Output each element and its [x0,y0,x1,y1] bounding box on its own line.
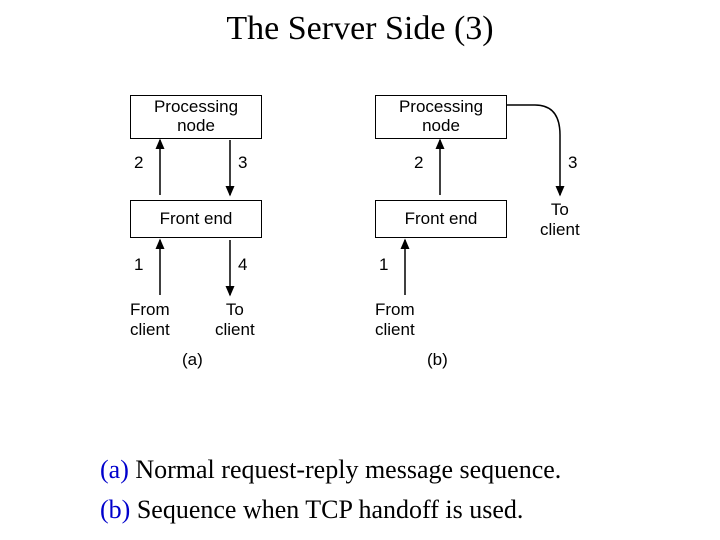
b-front-end-label: Front end [376,210,506,229]
a-arrow-3-label: 3 [238,153,247,173]
a-tag: (a) [182,350,203,370]
a-front-end-label: Front end [131,210,261,229]
a-front-end-box: Front end [130,200,262,238]
b-processing-node-box: Processing node [375,95,507,139]
a-processing-node-label: Processing node [131,98,261,135]
caption-a: (a) Normal request-reply message sequenc… [100,455,561,485]
slide: The Server Side (3) Processing node Fro [0,0,720,540]
caption-b: (b) Sequence when TCP handoff is used. [100,495,523,525]
figure: Processing node Front end 2 3 1 4 From c… [120,95,600,385]
a-from-client-label: From client [130,300,170,340]
b-arrow-3-label: 3 [568,153,577,173]
a-arrow-2-label: 2 [134,153,143,173]
caption-a-text: Normal request-reply message sequence. [129,455,561,484]
b-to-client-label: To client [540,200,580,240]
caption-b-prefix: (b) [100,495,130,524]
a-processing-node-box: Processing node [130,95,262,139]
caption-a-prefix: (a) [100,455,129,484]
a-arrow-1-label: 1 [134,255,143,275]
a-arrow-4-label: 4 [238,255,247,275]
b-arrow-1-label: 1 [379,255,388,275]
b-tag: (b) [427,350,448,370]
b-processing-node-label: Processing node [376,98,506,135]
b-arrow-2-label: 2 [414,153,423,173]
caption-b-text: Sequence when TCP handoff is used. [130,495,523,524]
b-front-end-box: Front end [375,200,507,238]
a-to-client-label: To client [215,300,255,340]
b-from-client-label: From client [375,300,415,340]
page-title: The Server Side (3) [0,10,720,48]
